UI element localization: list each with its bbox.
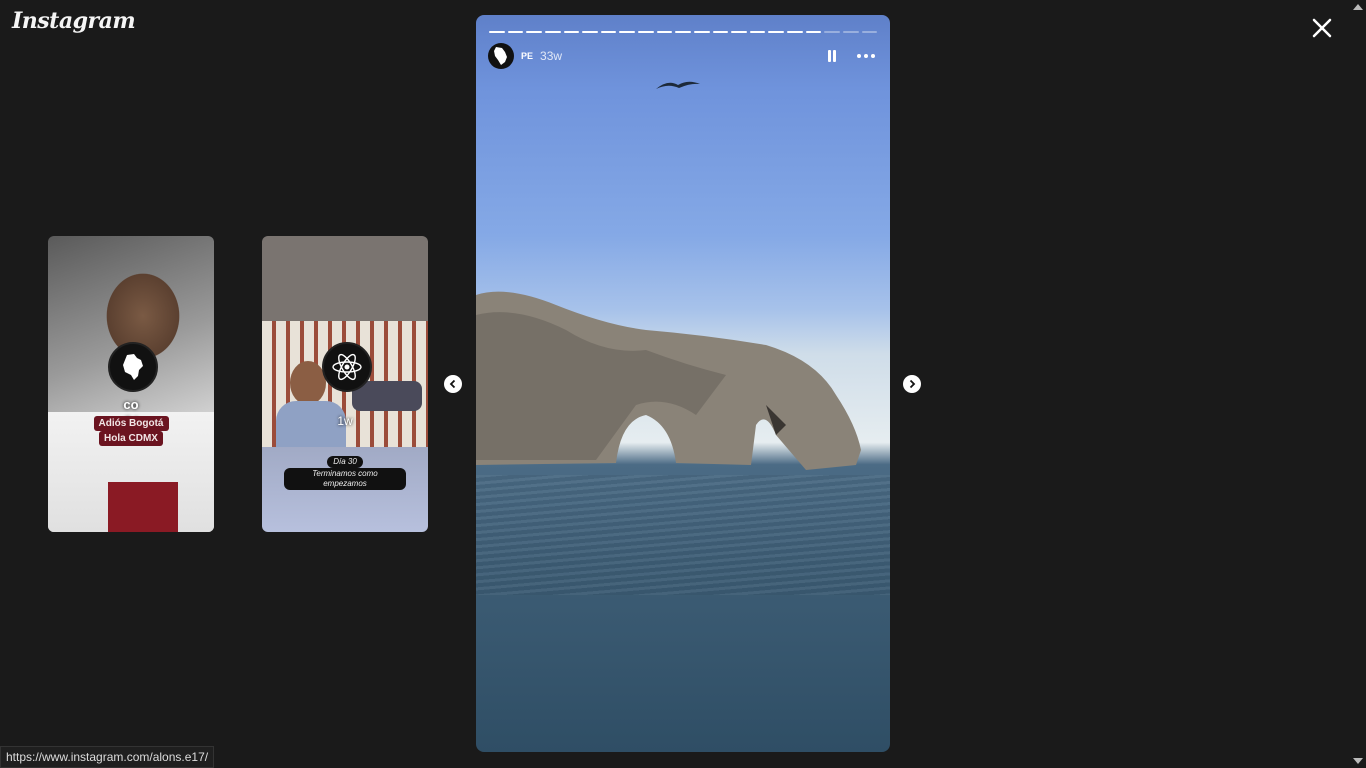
preview-username: co [123,397,139,412]
progress-segment [731,31,747,33]
story-header: PE 33w [488,43,878,69]
close-icon [1312,18,1332,38]
avatar [322,342,372,392]
preview-image-detail [108,482,178,532]
progress-segment [842,31,859,33]
scrollbar[interactable] [1350,0,1366,768]
progress-segment [619,31,635,33]
next-story-button[interactable] [903,375,921,393]
story-preview-card[interactable]: co 6d Adiós Bogotá Hola CDMX [48,236,214,532]
avatar[interactable] [488,43,514,69]
progress-segment [656,31,673,33]
colombia-map-icon [123,354,143,380]
progress-segment [507,31,524,33]
water-surface [476,475,890,595]
peru-map-icon [494,47,507,65]
close-button[interactable] [1308,14,1336,42]
scroll-up-arrow-icon[interactable] [1353,4,1363,10]
story-username[interactable]: PE [521,51,533,61]
progress-segment [824,31,840,33]
scroll-down-arrow-icon[interactable] [1353,758,1363,764]
chevron-left-icon [449,379,456,389]
rock-arch-image [476,291,861,470]
story-progress-bar [489,31,878,33]
chevron-right-icon [909,379,916,389]
progress-segment [638,31,654,33]
avatar [108,342,158,392]
progress-segment [749,31,766,33]
progress-segment [675,31,691,33]
pause-button[interactable] [822,46,842,66]
caption-line: Hola CDMX [99,431,163,446]
progress-segment [544,31,561,33]
caption-line: Día 30 [327,456,363,468]
progress-segment [768,31,784,33]
progress-segment [526,31,542,33]
progress-segment [600,31,617,33]
bird-image [656,81,700,89]
progress-segment [693,31,710,33]
preview-caption: Adiós Bogotá Hola CDMX [82,416,180,446]
story-preview-card[interactable]: 1w Día 30 Terminamos como empezamos [262,236,428,532]
story-viewer[interactable]: PE 33w [476,15,890,752]
instagram-logo[interactable]: Instagram [12,8,136,34]
caption-line: Adiós Bogotá [93,416,169,431]
more-options-button[interactable] [854,46,878,66]
pause-icon [828,50,836,62]
story-timestamp: 33w [540,49,563,63]
progress-segment [805,31,822,33]
status-bar-url: https://www.instagram.com/alons.e17/ [0,746,215,768]
more-icon [857,54,875,58]
progress-segment [489,31,505,33]
progress-segment [861,31,878,33]
preview-caption: Día 30 Terminamos como empezamos [284,456,406,490]
progress-segment [582,31,598,33]
preview-timestamp: 1w [337,414,353,428]
progress-segment [563,31,580,33]
progress-segment [787,31,803,33]
caption-line: Terminamos como empezamos [284,468,406,490]
previous-story-button[interactable] [444,375,462,393]
progress-segment [712,31,729,33]
atom-icon [332,353,362,381]
